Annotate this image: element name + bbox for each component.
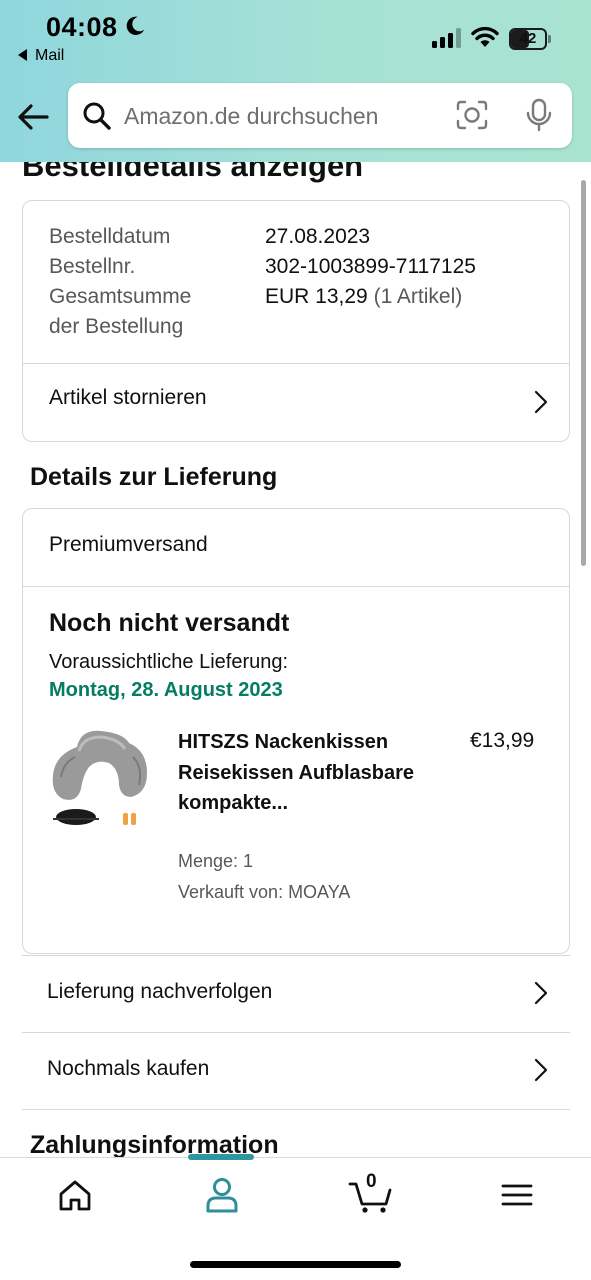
product-image[interactable]: [49, 727, 153, 837]
menu-icon[interactable]: [499, 1176, 535, 1214]
scrollbar[interactable]: [581, 180, 586, 566]
home-indicator[interactable]: [190, 1261, 401, 1268]
status-time: 04:08: [46, 12, 118, 42]
product-title[interactable]: HITSZS Nackenkissen Reisekissen Aufblasb…: [178, 727, 428, 819]
chevron-right-icon: [534, 390, 548, 414]
bottom-navigation: 0: [0, 1154, 591, 1280]
search-icon: [83, 102, 111, 130]
cancel-items-row[interactable]: Artikel stornieren: [23, 364, 569, 440]
back-app-label: Mail: [35, 47, 65, 64]
search-bar[interactable]: [68, 83, 572, 148]
order-number-label: Bestellnr.: [49, 255, 136, 278]
search-input[interactable]: [124, 99, 444, 133]
delivery-card: Premiumversand Noch nicht versandt Vorau…: [22, 508, 570, 954]
order-number-value: 302-1003899-7117125: [265, 255, 476, 278]
shipment-status: Noch nicht versandt: [49, 609, 290, 637]
wifi-icon: [471, 26, 499, 47]
cancel-items-label: Artikel stornieren: [49, 386, 207, 409]
microphone-icon[interactable]: [524, 98, 554, 132]
chevron-right-icon: [534, 981, 548, 1005]
back-arrow-icon[interactable]: [16, 100, 50, 134]
order-date-value: 27.08.2023: [265, 225, 371, 248]
account-icon[interactable]: [202, 1176, 242, 1214]
divider: [22, 1109, 570, 1111]
product-price: €13,99: [470, 729, 535, 752]
divider: [23, 586, 569, 587]
active-tab-indicator: [188, 1154, 254, 1160]
delivery-eta-date: Montag, 28. August 2023: [49, 679, 283, 701]
chevron-right-icon: [534, 1058, 548, 1082]
moon-icon: [126, 16, 145, 35]
order-total-items: (1 Artikel): [373, 285, 463, 308]
shipping-type: Premiumversand: [49, 533, 208, 556]
home-icon[interactable]: [55, 1176, 95, 1214]
camera-lens-icon[interactable]: [456, 100, 488, 130]
buy-again-label: Nochmals kaufen: [47, 1057, 210, 1080]
product-seller: Verkauft von: MOAYA: [178, 882, 351, 902]
battery-indicator: 42: [509, 28, 551, 50]
order-summary-card: Bestelldatum 27.08.2023 Bestellnr. 302-1…: [22, 200, 570, 442]
buy-again-row[interactable]: Nochmals kaufen: [22, 1032, 570, 1110]
order-total-amount: EUR 13,29: [265, 285, 368, 308]
order-total-value: EUR 13,29 (1 Artikel): [265, 282, 462, 312]
track-package-row[interactable]: Lieferung nachverfolgen: [22, 955, 570, 1033]
back-to-mail-button[interactable]: Mail: [18, 47, 64, 65]
order-total-label-line2: der Bestellung: [49, 315, 184, 338]
app-header: 04:08 Mail 42: [0, 0, 591, 162]
back-triangle-icon: [18, 49, 27, 61]
order-date-label: Bestelldatum: [49, 225, 171, 248]
order-total-label: Gesamtsumme der Bestellung: [49, 282, 191, 342]
delivery-section-title: Details zur Lieferung: [30, 463, 278, 491]
battery-level: 42: [519, 30, 537, 47]
cellular-signal-icon: [432, 28, 461, 48]
delivery-eta-label: Voraussichtliche Lieferung:: [49, 651, 289, 673]
cart-count-badge: 0: [366, 1171, 377, 1192]
track-package-label: Lieferung nachverfolgen: [47, 980, 273, 1003]
product-quantity: Menge: 1: [178, 851, 254, 871]
order-total-label-line1: Gesamtsumme: [49, 285, 192, 308]
